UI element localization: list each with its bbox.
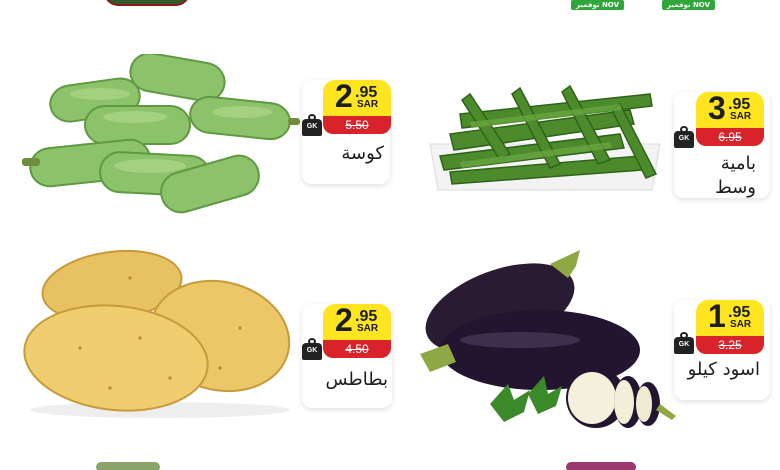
logo-fragment [104, 0, 190, 6]
price-currency: SAR [730, 111, 752, 122]
product-name: كوسة [341, 143, 384, 164]
potato-image [23, 249, 291, 418]
price-currency: SAR [730, 319, 752, 330]
weight-icon: GK [302, 114, 322, 136]
product-name: بطاطس [325, 369, 388, 390]
price-integer: 3 [708, 90, 726, 126]
product-name-line1: بامية [720, 153, 756, 174]
product-name: اسود كيلو [687, 359, 760, 380]
old-price: 4.50 [345, 342, 369, 356]
partial-product-image [566, 462, 636, 470]
weight-icon: GK [302, 338, 322, 360]
old-price: 5.50 [345, 118, 369, 132]
partial-product-image [96, 462, 160, 470]
top-strip: نوفمبر NOV نوفمبر NOV [0, 0, 780, 14]
weight-icon: GK [674, 332, 694, 354]
price-tag: 3 .95 SAR 6.95 [696, 90, 764, 150]
price-tag: 1 .95 SAR 3.25 [696, 298, 764, 358]
product-card-eggplant[interactable]: 1 .95 SAR 3.25 GK اسود كيلو [390, 240, 780, 460]
price-currency: SAR [357, 323, 379, 334]
product-name-line2: وسط [715, 177, 756, 198]
old-price: 3.25 [718, 338, 742, 352]
product-card-potato[interactable]: 2 .95 SAR 4.50 GK بطاطس [0, 240, 392, 460]
price-tag: 2 .95 SAR 4.50 [323, 302, 391, 362]
eggplant-image [420, 250, 676, 428]
price-currency: SAR [357, 99, 379, 110]
date-badge: نوفمبر NOV [571, 0, 624, 10]
product-card-okra[interactable]: 3 .95 SAR 6.95 GK بامية وسط [390, 30, 780, 250]
product-card-zucchini[interactable]: 2 .95 SAR 5.50 GK كوسة [0, 30, 391, 250]
zucchini-image [22, 54, 300, 214]
price-integer: 1 [708, 298, 726, 334]
price-tag: 2 .95 SAR 5.50 [323, 78, 391, 138]
date-badge: نوفمبر NOV [662, 0, 715, 10]
price-integer: 2 [335, 78, 353, 114]
okra-image [429, 84, 661, 191]
weight-icon: GK [674, 126, 694, 148]
price-integer: 2 [335, 302, 353, 338]
old-price: 6.95 [718, 130, 742, 144]
